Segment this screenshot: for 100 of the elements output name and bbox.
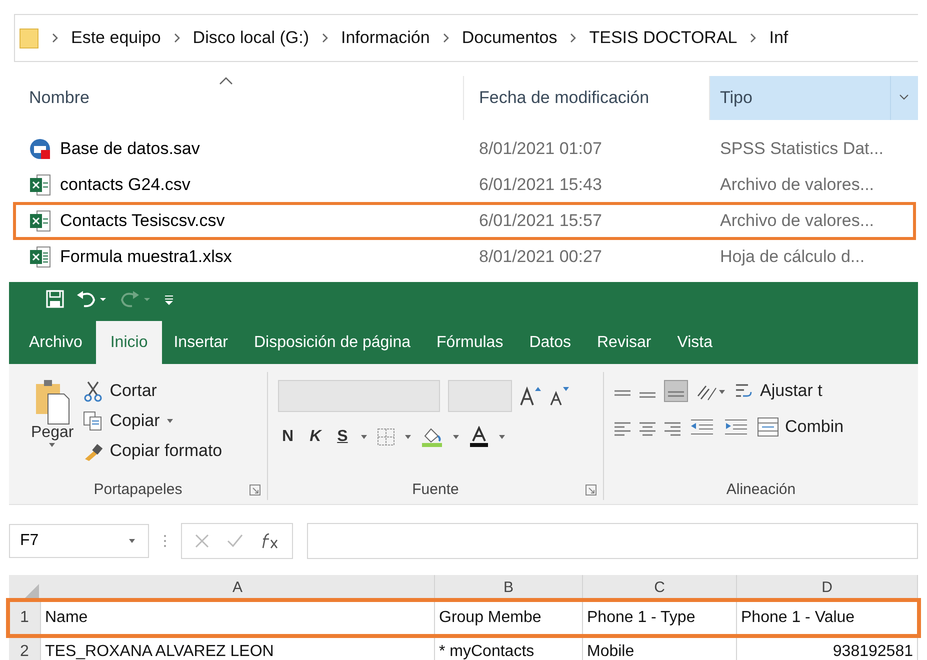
breadcrumb-item[interactable]: Este equipo: [71, 28, 161, 48]
breadcrumb-item[interactable]: TESIS DOCTORAL: [589, 28, 738, 48]
align-center-icon: [639, 422, 656, 436]
ribbon-tab[interactable]: Revisar: [585, 322, 666, 364]
file-name[interactable]: contacts G24.csv: [60, 175, 190, 195]
align-bottom-icon: [664, 380, 688, 402]
undo-icon: [75, 289, 109, 309]
group-label: Alineación: [726, 480, 796, 498]
table-cell: * myContacts: [435, 635, 583, 660]
table-cell: Name: [41, 601, 435, 635]
cut-button[interactable]: Cortar: [82, 380, 222, 402]
file-date: 8/01/2021 00:27: [478, 247, 603, 267]
paste-button[interactable]: Pegar: [17, 378, 74, 478]
column-header[interactable]: Tipo: [709, 76, 918, 120]
function-icon: [260, 532, 280, 550]
grip-icon: [163, 534, 167, 548]
spreadsheet-file-icon: [29, 174, 51, 196]
table-cell: Group Membe: [435, 601, 583, 635]
caret-icon: [452, 434, 460, 440]
caret-icon: [404, 434, 412, 440]
font-color-icon: [468, 426, 490, 448]
data-file-icon: [29, 138, 51, 160]
file-type: Hoja de cálculo d...: [719, 247, 866, 267]
caret-icon: [48, 442, 56, 448]
folder-icon: [19, 27, 39, 49]
font-size-dropdown[interactable]: [448, 380, 512, 412]
bold-button[interactable]: N: [278, 428, 298, 446]
breadcrumb-item[interactable]: Documentos: [462, 28, 558, 48]
fill-color-icon: [420, 426, 444, 448]
grow-font-icon: [520, 386, 542, 406]
format-painter-button[interactable]: Copiar formato: [82, 440, 222, 462]
table-cell: Phone 1 - Type: [583, 601, 737, 635]
ribbon-tab[interactable]: Inicio: [96, 321, 162, 364]
file-type: SPSS Statistics Dat...: [719, 139, 884, 159]
name-box[interactable]: F7: [9, 524, 149, 558]
caret-icon: [128, 538, 136, 544]
chevron-icon: [322, 33, 328, 43]
enter-icon: [226, 533, 244, 549]
ribbon-tab[interactable]: Archivo: [17, 322, 96, 364]
file-date: 6/01/2021 15:57: [478, 211, 603, 231]
save-icon: [45, 289, 65, 309]
chevron-icon: [174, 33, 180, 43]
column-header[interactable]: Nombre: [14, 76, 463, 120]
ribbon-tab[interactable]: Datos: [517, 322, 585, 364]
table-cell: TES_ROXANA ALVAREZ LEON: [41, 635, 435, 660]
group-label: Portapapeles: [94, 480, 182, 498]
table-cell: Mobile: [583, 635, 737, 660]
ribbon-tab[interactable]: Disposición de página: [242, 322, 425, 364]
align-top-icon: [614, 390, 631, 396]
formula-input[interactable]: [307, 523, 918, 559]
file-row[interactable]: Formula muestra1.xlsx 8/01/2021 00:27 Hoja de cálculo d...: [14, 239, 915, 275]
redo-icon: [119, 289, 153, 309]
file-name[interactable]: Base de datos.sav: [60, 139, 200, 159]
ribbon-tab[interactable]: Insertar: [162, 322, 242, 364]
file-type: Archivo de valores...: [719, 175, 876, 195]
dialog-launcher-icon: [585, 484, 597, 496]
file-type: Archivo de valores...: [719, 211, 876, 231]
spreadsheet-file-icon: [29, 246, 51, 268]
dialog-launcher-icon: [249, 484, 261, 496]
chevron-icon: [750, 33, 756, 43]
italic-button[interactable]: K: [306, 428, 326, 446]
cancel-icon: [194, 533, 210, 549]
caret-icon: [360, 434, 368, 440]
address-bar[interactable]: Este equipo Disco local (G:) Información Documentos TESIS DOCTORAL Inf: [14, 14, 918, 62]
font-name-dropdown[interactable]: [278, 380, 440, 412]
breadcrumb-item[interactable]: Inf: [769, 28, 788, 48]
copy-icon: [82, 410, 104, 432]
shrink-font-icon: [550, 386, 570, 406]
file-name[interactable]: Contacts Tesiscsv.csv: [60, 211, 225, 231]
select-all-icon: [25, 584, 39, 598]
copy-button[interactable]: Copiar: [82, 410, 222, 432]
underline-button[interactable]: S: [333, 428, 352, 446]
ribbon-tab[interactable]: Fórmulas: [424, 322, 518, 364]
breadcrumb-item[interactable]: Información: [340, 28, 430, 48]
group-label: Fuente: [412, 480, 459, 498]
row-number[interactable]: 1: [9, 601, 41, 635]
merge-button[interactable]: Combin: [757, 417, 844, 437]
chevron-icon: [52, 33, 58, 43]
file-date: 8/01/2021 01:07: [478, 139, 603, 159]
borders-icon: [376, 427, 396, 447]
file-row[interactable]: Base de datos.sav 8/01/2021 01:07 SPSS Statistics Dat...: [14, 131, 915, 167]
ribbon-tab[interactable]: Vista: [665, 322, 727, 364]
breadcrumb-item[interactable]: Disco local (G:): [192, 28, 309, 48]
file-date: 6/01/2021 15:43: [478, 175, 603, 195]
chevron-icon: [570, 33, 576, 43]
spreadsheet-file-icon: [29, 210, 51, 232]
align-left-icon: [614, 422, 631, 436]
align-middle-icon: [639, 392, 656, 398]
table-cell: Phone 1 - Value: [737, 601, 918, 635]
caret-icon: [166, 418, 174, 424]
merge-cells-icon: [757, 417, 779, 437]
table-cell: 938192581: [737, 635, 918, 660]
highlighted-file-row[interactable]: Contacts Tesiscsv.csv 6/01/2021 15:57 Archivo de valores...: [14, 203, 915, 239]
file-row[interactable]: contacts G24.csv 6/01/2021 15:43 Archivo de valores...: [14, 167, 915, 203]
file-name[interactable]: Formula muestra1.xlsx: [60, 247, 232, 267]
wrap-text-button[interactable]: Ajustar t: [734, 381, 822, 401]
chevron-icon: [442, 33, 449, 43]
scissors-icon: [82, 380, 104, 402]
align-right-icon: [664, 422, 681, 436]
caret-icon: [498, 434, 506, 440]
